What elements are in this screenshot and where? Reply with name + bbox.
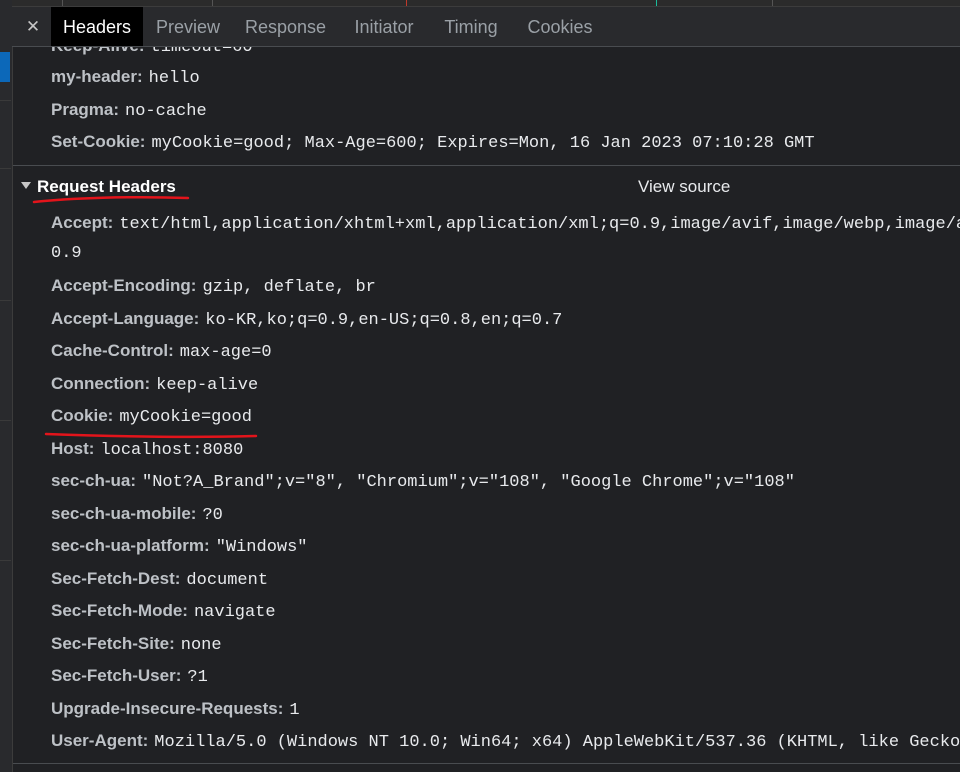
header-value: 1: [289, 701, 300, 720]
header-row-sec-ch-ua: sec-ch-ua: "Not?A_Brand";v="8", "Chromium…: [51, 470, 795, 494]
section-divider: [13, 763, 960, 764]
waterfall-tick: [772, 0, 773, 6]
network-request-list-gutter[interactable]: [0, 0, 13, 772]
details-tab-bar: ✕ Headers Preview Response Initiator Tim…: [12, 7, 960, 47]
tab-headers[interactable]: Headers: [51, 7, 143, 46]
headers-panel[interactable]: Keep-Alive: timeout=60 my-header: hello Pr…: [13, 47, 960, 772]
tab-timing[interactable]: Timing: [435, 7, 507, 46]
header-name: sec-ch-ua:: [51, 471, 137, 490]
header-name: User-Agent:: [51, 731, 149, 750]
gutter-row-divider: [0, 168, 11, 169]
tab-initiator[interactable]: Initiator: [344, 7, 424, 46]
header-value: max-age=0: [179, 343, 272, 362]
header-row-sec-fetch-mode: Sec-Fetch-Mode: navigate: [51, 600, 276, 624]
header-name: Accept:: [51, 213, 114, 232]
header-name: Upgrade-Insecure-Requests:: [51, 699, 284, 718]
tab-response[interactable]: Response: [239, 7, 332, 46]
header-name: Accept-Language:: [51, 309, 200, 328]
header-name: Pragma:: [51, 100, 120, 119]
waterfall-tick: [656, 0, 657, 6]
header-value: Mozilla/5.0 (Windows NT 10.0; Win64; x64…: [154, 733, 960, 752]
section-divider: [13, 165, 960, 166]
header-row-sec-fetch-site: Sec-Fetch-Site: none: [51, 633, 222, 657]
header-row-keep-alive: Keep-Alive: timeout=60: [51, 47, 253, 59]
tab-preview[interactable]: Preview: [147, 7, 229, 46]
header-row-user-agent: User-Agent: Mozilla/5.0 (Windows NT 10.0;…: [51, 730, 960, 754]
expand-triangle-icon: [21, 182, 31, 190]
gutter-row-divider: [0, 100, 11, 101]
header-value: navigate: [193, 603, 276, 622]
header-value: text/html,application/xhtml+xml,applicat…: [119, 215, 960, 234]
header-name: Cache-Control:: [51, 341, 174, 360]
header-value: keep-alive: [156, 376, 259, 395]
gutter-row-divider: [0, 300, 11, 301]
waterfall-tick: [406, 0, 407, 6]
header-value: "Windows": [215, 538, 308, 557]
header-row-pragma: Pragma: no-cache: [51, 99, 207, 123]
header-value: ko-KR,ko;q=0.9,en-US;q=0.8,en;q=0.7: [205, 311, 563, 330]
header-name: Sec-Fetch-User:: [51, 666, 182, 685]
header-name: Accept-Encoding:: [51, 276, 197, 295]
header-name: sec-ch-ua-platform:: [51, 536, 210, 555]
header-value: document: [186, 571, 269, 590]
header-row-cache-control: Cache-Control: max-age=0: [51, 340, 272, 364]
header-value: gzip, deflate, br: [202, 278, 376, 297]
header-name: Cookie:: [51, 406, 114, 425]
header-name: Host:: [51, 439, 95, 458]
waterfall-tick: [212, 0, 213, 6]
header-value: myCookie=good; Max-Age=600; Expires=Mon,…: [151, 134, 815, 153]
header-name: Set-Cookie:: [51, 132, 146, 151]
header-value-continuation: 0.9: [51, 244, 82, 263]
waterfall-tick: [62, 0, 63, 6]
header-value: no-cache: [125, 102, 207, 121]
request-headers-section-toggle[interactable]: Request Headers: [21, 175, 176, 199]
header-value: hello: [148, 69, 200, 88]
header-name: Sec-Fetch-Dest:: [51, 569, 181, 588]
header-row-upgrade-insecure-requests: Upgrade-Insecure-Requests: 1: [51, 698, 300, 722]
section-title: Request Headers: [37, 177, 176, 196]
header-name: sec-ch-ua-mobile:: [51, 504, 197, 523]
header-row-accept-language: Accept-Language: ko-KR,ko;q=0.9,en-US;q=0…: [51, 308, 562, 332]
header-row-connection: Connection: keep-alive: [51, 373, 258, 397]
selected-request-indicator: [0, 52, 10, 82]
header-row-host: Host: localhost:8080: [51, 438, 243, 462]
header-name: my-header:: [51, 67, 143, 86]
header-row-accept-encoding: Accept-Encoding: gzip, deflate, br: [51, 275, 376, 299]
header-name: Connection:: [51, 374, 151, 393]
header-row-sec-ch-ua-platform: sec-ch-ua-platform: "Windows": [51, 535, 308, 559]
gutter-row-divider: [0, 420, 11, 421]
header-name: Sec-Fetch-Mode:: [51, 601, 188, 620]
header-value: timeout=60: [150, 47, 253, 57]
tab-cookies[interactable]: Cookies: [518, 7, 602, 46]
header-name: Sec-Fetch-Site:: [51, 634, 175, 653]
header-value: "Not?A_Brand";v="8", "Chromium";v="108",…: [142, 473, 795, 492]
waterfall-strip: [12, 0, 960, 7]
header-row-my-header: my-header: hello: [51, 66, 200, 90]
close-icon[interactable]: ✕: [22, 7, 44, 47]
header-row-accept: Accept: text/html,application/xhtml+xml,a…: [51, 212, 960, 236]
gutter-row-divider: [0, 560, 11, 561]
header-value: myCookie=good: [119, 408, 252, 427]
header-row-sec-ch-ua-mobile: sec-ch-ua-mobile: ?0: [51, 503, 223, 527]
header-value: ?1: [187, 668, 208, 687]
header-row-cookie: Cookie: myCookie=good: [51, 405, 252, 429]
header-row-sec-fetch-user: Sec-Fetch-User: ?1: [51, 665, 208, 689]
header-value: localhost:8080: [100, 441, 244, 460]
header-row-set-cookie: Set-Cookie: myCookie=good; Max-Age=600; E…: [51, 131, 815, 155]
header-name: Keep-Alive:: [51, 47, 145, 55]
header-value: ?0: [202, 506, 223, 525]
header-row-sec-fetch-dest: Sec-Fetch-Dest: document: [51, 568, 268, 592]
view-source-link[interactable]: View source: [638, 175, 730, 199]
header-value: none: [180, 636, 222, 655]
